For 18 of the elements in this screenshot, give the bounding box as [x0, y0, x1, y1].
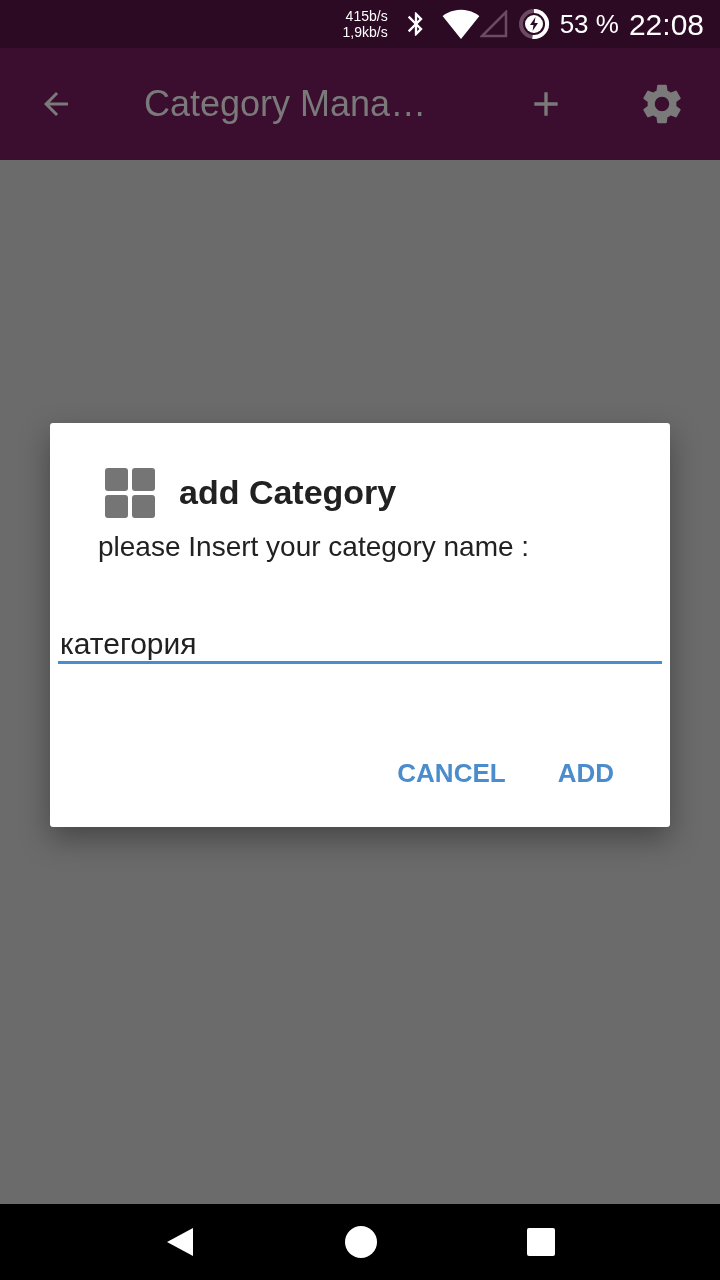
download-speed: 1,9kb/s	[342, 24, 388, 40]
recents-square-icon	[527, 1228, 555, 1256]
upload-speed: 415b/s	[345, 8, 388, 24]
home-circle-icon	[345, 1226, 377, 1258]
dialog-button[interactable]: ADD	[541, 744, 630, 803]
nav-home-button[interactable]	[345, 1226, 377, 1258]
nav-back-button[interactable]	[165, 1227, 195, 1257]
grid-icon	[105, 467, 155, 518]
dialog-title: add Category	[179, 472, 397, 513]
battery-charging-icon	[517, 8, 550, 40]
category-name-field[interactable]: категория	[58, 624, 662, 664]
dialog-message: please Insert your category name :	[98, 530, 531, 564]
dialog-button[interactable]: CANCEL	[381, 744, 522, 803]
battery-percent: 53 %	[559, 7, 619, 41]
back-triangle-icon	[165, 1227, 195, 1257]
cell-signal-icon	[479, 10, 508, 38]
screen-title: Category Mana…	[144, 82, 427, 126]
clock: 22:08	[628, 6, 704, 43]
